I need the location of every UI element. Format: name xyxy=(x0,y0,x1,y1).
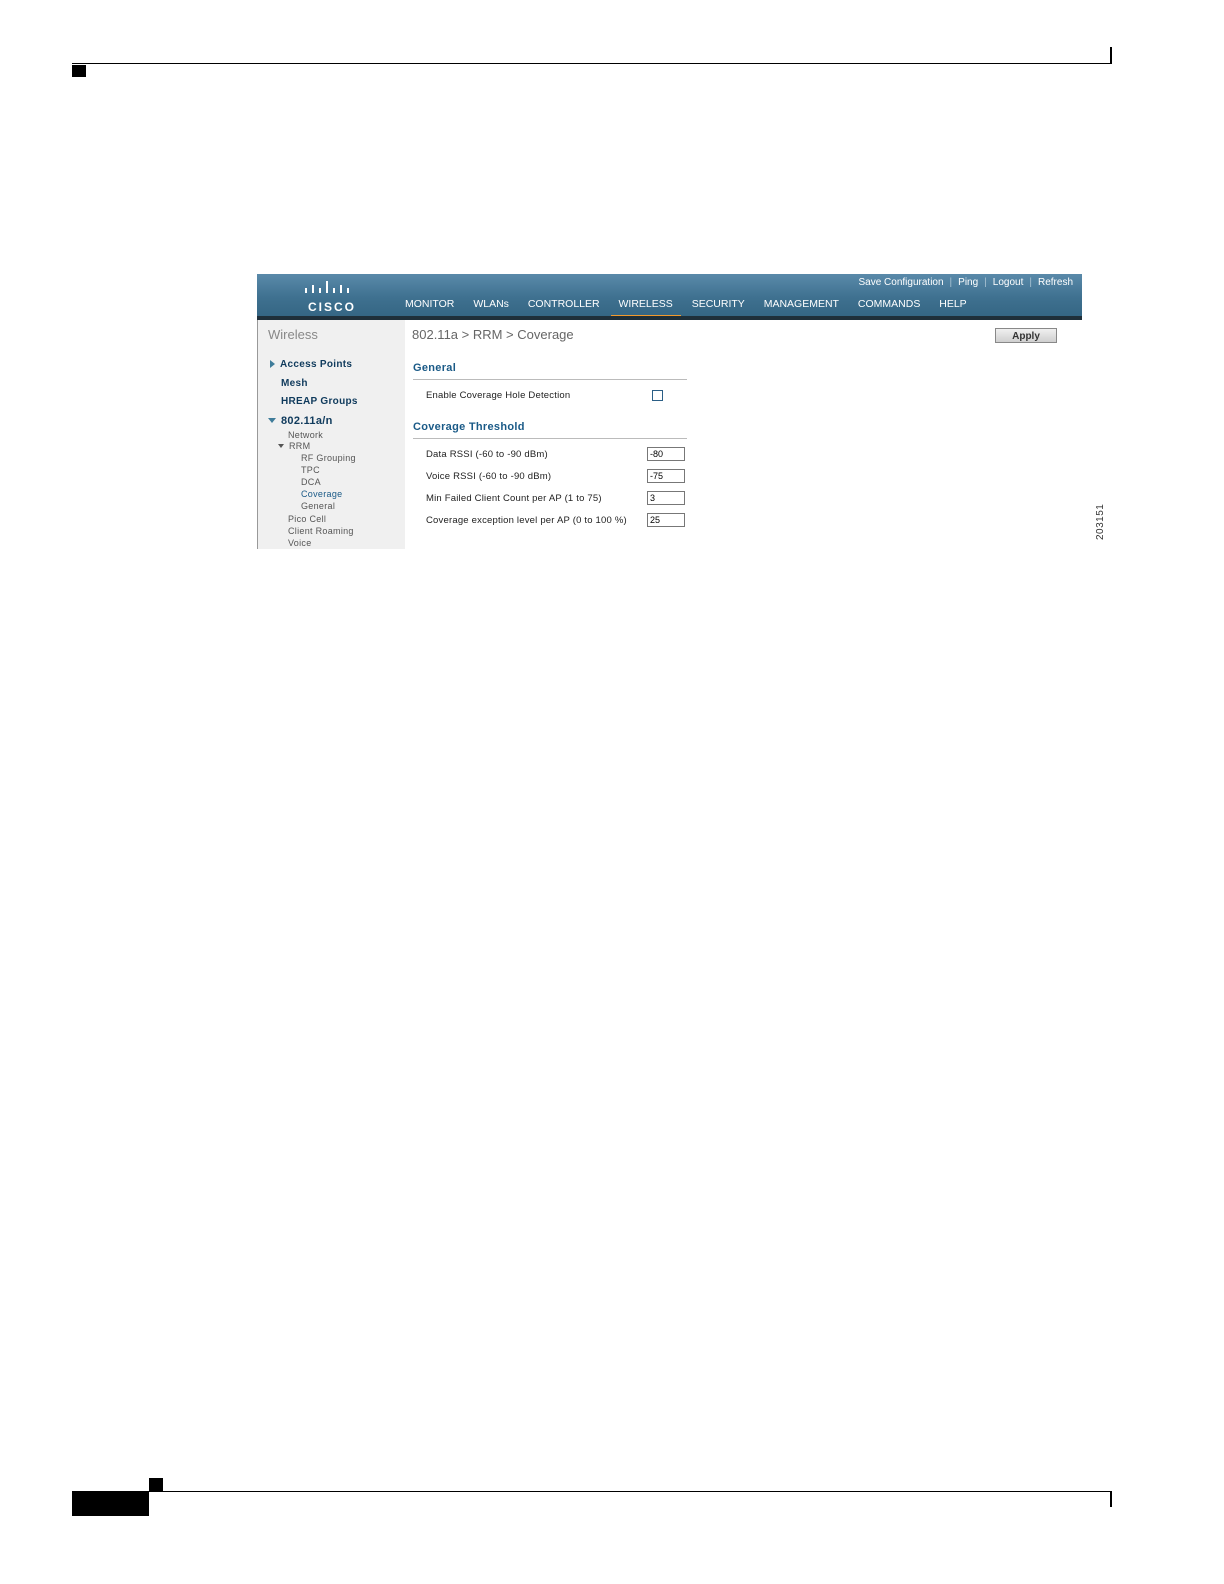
sidebar-item-network[interactable]: Network xyxy=(288,430,323,440)
wlc-screenshot: CISCO Save Configuration | Ping | Logout | Ref… xyxy=(257,274,1082,549)
sidebar-item-label: 802.11a/n xyxy=(281,415,333,427)
separator: | xyxy=(1029,277,1032,288)
sidebar-title: Wireless xyxy=(268,327,318,342)
main-nav: MONITOR WLANs CONTROLLER WIRELESS SECURI… xyxy=(405,298,983,319)
nav-wireless[interactable]: WIRELESS xyxy=(610,298,682,319)
sidebar-item-rrm[interactable]: RRM xyxy=(278,441,310,451)
sidebar-item-label: Access Points xyxy=(280,359,353,370)
section-divider xyxy=(413,379,687,380)
collapse-arrow-icon xyxy=(268,418,276,423)
page-corner-marker xyxy=(72,65,86,77)
cisco-logo-text: CISCO xyxy=(307,300,356,314)
figure-id: 203151 xyxy=(1095,503,1106,540)
page-footer-block xyxy=(72,1492,149,1516)
sidebar-item-rf-grouping[interactable]: RF Grouping xyxy=(301,453,356,463)
sidebar-item-coverage[interactable]: Coverage xyxy=(301,489,342,499)
coverage-exception-level-input[interactable] xyxy=(647,513,685,527)
apply-button[interactable]: Apply xyxy=(995,328,1057,343)
logout-link[interactable]: Logout xyxy=(993,277,1024,288)
cisco-bridge-icon xyxy=(305,281,349,293)
sidebar-item-label: RRM xyxy=(289,441,311,451)
page-footer-notch xyxy=(149,1478,163,1491)
ping-link[interactable]: Ping xyxy=(958,277,978,288)
page-top-tick xyxy=(1110,47,1112,64)
sidebar-item-access-points[interactable]: Access Points xyxy=(270,359,352,370)
data-rssi-input[interactable] xyxy=(647,447,685,461)
data-rssi-label: Data RSSI (-60 to -90 dBm) xyxy=(426,449,548,460)
nav-controller[interactable]: CONTROLLER xyxy=(528,298,600,313)
coverage-threshold-section-title: Coverage Threshold xyxy=(413,421,525,433)
page-title: 802.11a > RRM > Coverage xyxy=(412,327,574,342)
page-bottom-tick xyxy=(1110,1492,1112,1507)
top-header: CISCO Save Configuration | Ping | Logout | Ref… xyxy=(257,274,1082,319)
nav-wlans[interactable]: WLANs xyxy=(473,298,509,313)
save-configuration-link[interactable]: Save Configuration xyxy=(858,277,943,288)
nav-security[interactable]: SECURITY xyxy=(692,298,745,313)
nav-monitor[interactable]: MONITOR xyxy=(405,298,454,313)
collapse-arrow-icon xyxy=(278,444,284,448)
coverage-hole-detection-label: Enable Coverage Hole Detection xyxy=(426,390,571,401)
nav-management[interactable]: MANAGEMENT xyxy=(764,298,839,313)
sidebar-item-mesh[interactable]: Mesh xyxy=(281,378,308,389)
separator: | xyxy=(984,277,987,288)
section-divider xyxy=(413,438,687,439)
cisco-logo: CISCO xyxy=(301,279,363,314)
sidebar: Wireless Access Points Mesh HREAP Groups… xyxy=(257,320,405,549)
nav-help[interactable]: HELP xyxy=(939,298,966,313)
sidebar-item-general[interactable]: General xyxy=(301,501,335,511)
page-top-rule xyxy=(72,63,1112,64)
voice-rssi-input[interactable] xyxy=(647,469,685,483)
sidebar-item-dca[interactable]: DCA xyxy=(301,477,321,487)
sidebar-item-voice[interactable]: Voice xyxy=(288,538,312,548)
sidebar-item-client-roaming[interactable]: Client Roaming xyxy=(288,526,354,536)
coverage-hole-detection-checkbox[interactable] xyxy=(652,390,663,401)
refresh-link[interactable]: Refresh xyxy=(1038,277,1073,288)
separator: | xyxy=(949,277,953,288)
voice-rssi-label: Voice RSSI (-60 to -90 dBm) xyxy=(426,471,552,482)
general-section-title: General xyxy=(413,362,457,374)
sidebar-item-802-11a-n[interactable]: 802.11a/n xyxy=(268,415,333,427)
utility-links: Save Configuration | Ping | Logout | Refresh xyxy=(858,277,1073,288)
sidebar-item-tpc[interactable]: TPC xyxy=(301,465,320,475)
min-failed-client-count-label: Min Failed Client Count per AP (1 to 75) xyxy=(426,493,602,504)
expand-arrow-icon xyxy=(270,360,275,368)
min-failed-client-count-input[interactable] xyxy=(647,491,685,505)
page-bottom-rule xyxy=(72,1491,1112,1492)
sidebar-item-pico-cell[interactable]: Pico Cell xyxy=(288,514,326,524)
coverage-exception-level-label: Coverage exception level per AP (0 to 10… xyxy=(426,515,627,526)
nav-commands[interactable]: COMMANDS xyxy=(858,298,920,313)
sidebar-item-hreap-groups[interactable]: HREAP Groups xyxy=(281,396,358,407)
main-content: 802.11a > RRM > Coverage Apply General E… xyxy=(405,320,1082,549)
